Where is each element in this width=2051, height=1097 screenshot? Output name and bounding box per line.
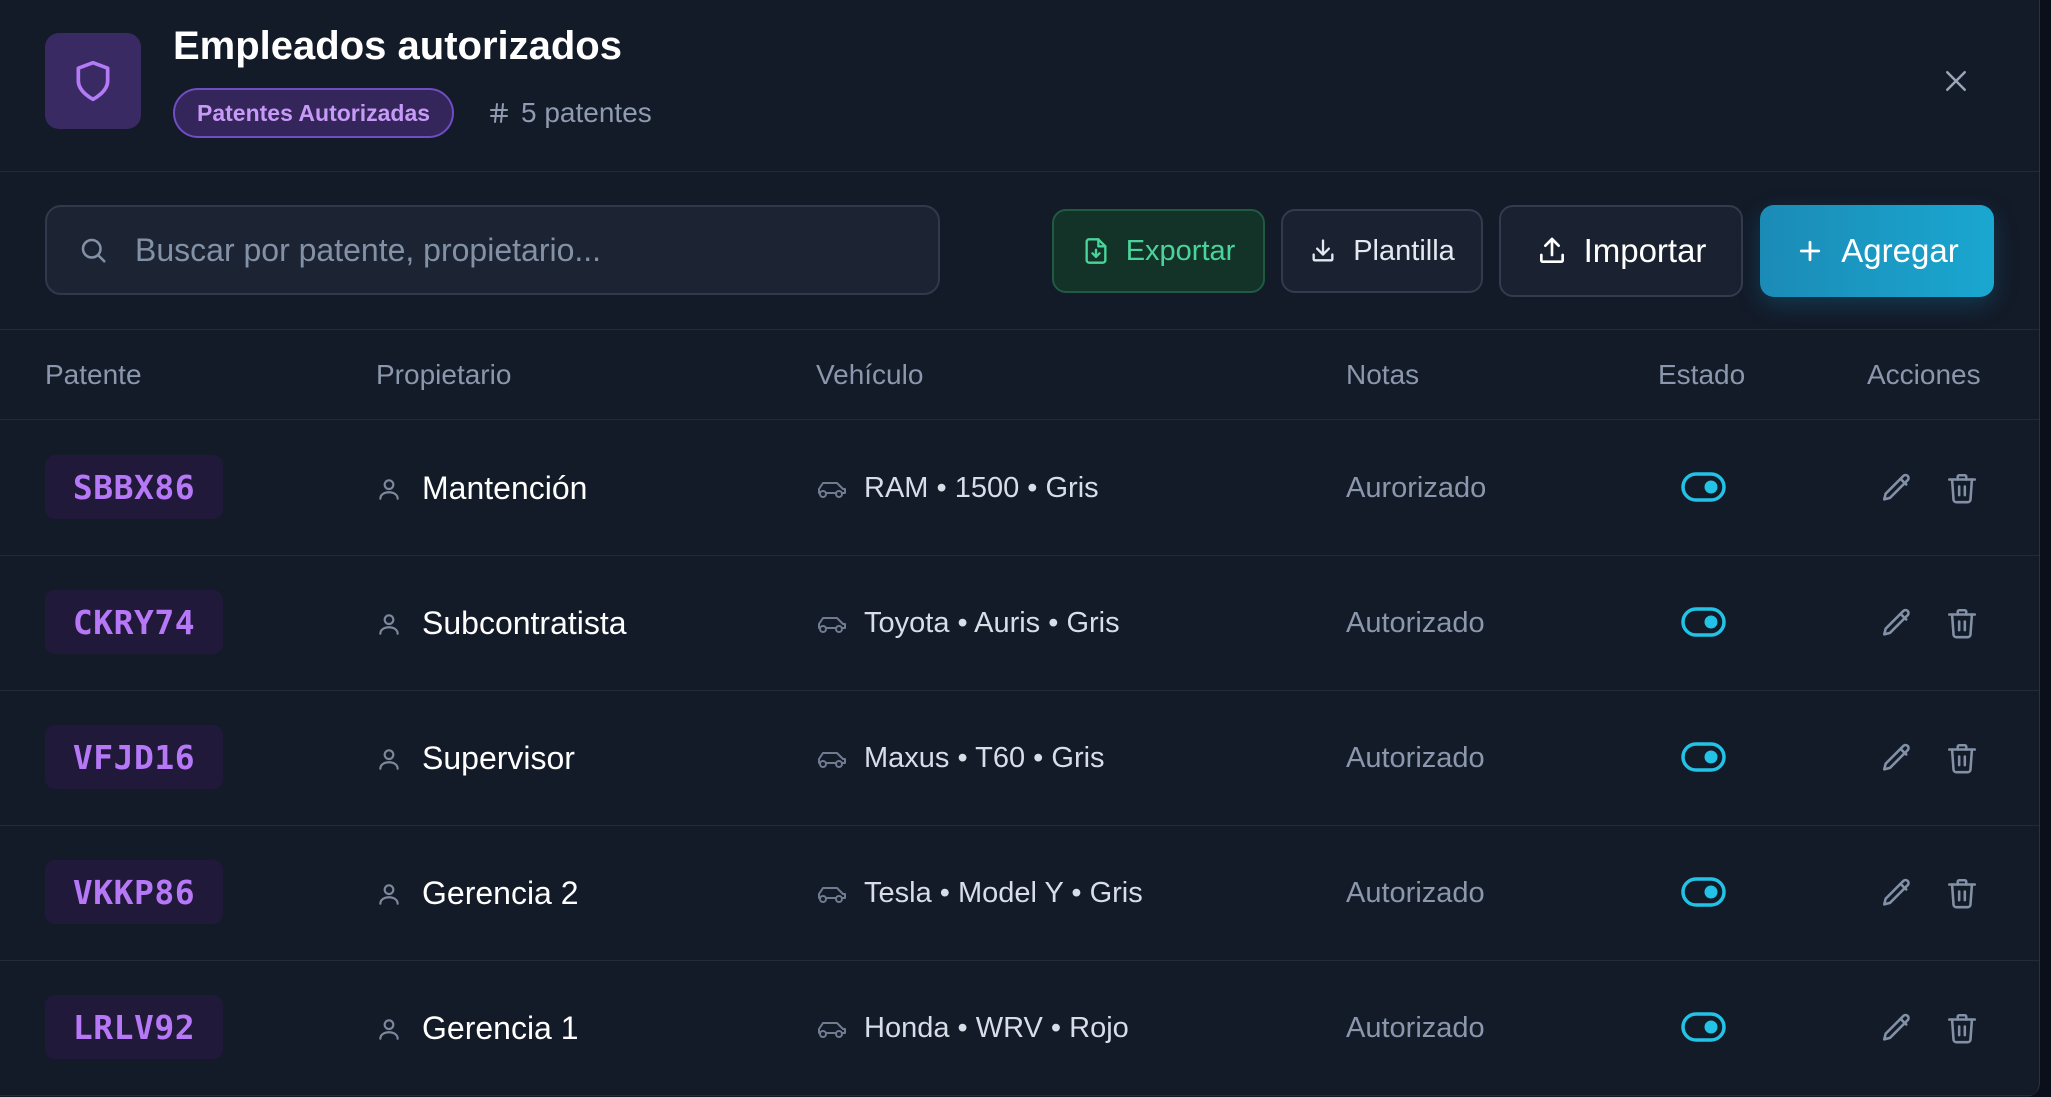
import-button[interactable]: Importar <box>1499 205 1743 297</box>
plate-badge: LRLV92 <box>45 995 223 1059</box>
plate-count-label: 5 patentes <box>521 97 652 128</box>
status-toggle[interactable] <box>1681 877 1726 907</box>
toolbar: Exportar Plantilla Importar Agregar <box>0 172 2039 330</box>
search-input[interactable] <box>133 230 938 270</box>
vehicle-cell: Tesla • Model Y • Gris <box>816 826 1143 961</box>
edit-pencil-icon[interactable] <box>1880 606 1914 640</box>
delete-trash-icon[interactable] <box>1945 741 1979 775</box>
user-icon <box>379 478 399 500</box>
plate-badge: CKRY74 <box>45 590 223 654</box>
header-icon-box <box>45 33 141 129</box>
column-header-vehicle[interactable]: Vehículo <box>816 330 923 420</box>
edit-pencil-icon[interactable] <box>1880 1011 1914 1045</box>
column-header-notes[interactable]: Notas <box>1346 330 1419 420</box>
column-header-status[interactable]: Estado <box>1658 330 1745 420</box>
search-icon <box>77 234 109 266</box>
edit-pencil-icon[interactable] <box>1880 876 1914 910</box>
close-button[interactable] <box>1935 60 1977 102</box>
plate-badge: VKKP86 <box>45 860 223 924</box>
template-button[interactable]: Plantilla <box>1281 209 1483 293</box>
user-icon <box>379 883 399 905</box>
owner-cell: Supervisor <box>376 691 575 826</box>
vehicle-description: Toyota • Auris • Gris <box>864 607 1120 639</box>
owner-name: Subcontratista <box>422 605 627 641</box>
car-icon <box>818 481 846 498</box>
notes-cell: Autorizado <box>1346 742 1485 774</box>
car-icon <box>818 1021 846 1038</box>
download-icon <box>1312 239 1334 262</box>
edit-pencil-icon[interactable] <box>1880 471 1914 505</box>
shield-icon <box>76 60 110 102</box>
edit-pencil-icon[interactable] <box>1880 741 1914 775</box>
column-header-plate[interactable]: Patente <box>45 330 142 420</box>
delete-trash-icon[interactable] <box>1945 471 1979 505</box>
owner-name: Gerencia 1 <box>422 1010 579 1046</box>
car-icon <box>818 886 846 903</box>
car-icon <box>818 616 846 633</box>
vehicle-description: RAM • 1500 • Gris <box>864 472 1099 504</box>
column-header-owner[interactable]: Propietario <box>376 330 511 420</box>
status-toggle[interactable] <box>1681 607 1726 637</box>
table-row: LRLV92 Gerencia 1 Honda • WRV • Rojo Aut… <box>0 961 2039 1096</box>
notes-cell: Autorizado <box>1346 1012 1485 1044</box>
plate-count: 5 patentes <box>487 94 652 132</box>
owner-cell: Subcontratista <box>376 556 627 691</box>
column-header-actions: Acciones <box>1867 359 1981 390</box>
notes-cell: Autorizado <box>1346 877 1485 909</box>
user-icon <box>379 748 399 770</box>
table-row: VFJD16 Supervisor Maxus • T60 • Gris Aut… <box>0 691 2039 826</box>
owner-name: Supervisor <box>422 740 575 776</box>
vehicle-cell: Honda • WRV • Rojo <box>816 961 1129 1096</box>
delete-trash-icon[interactable] <box>1945 606 1979 640</box>
category-badge: Patentes Autorizadas <box>173 88 455 138</box>
add-button[interactable]: Agregar <box>1760 205 1994 297</box>
export-label: Exportar <box>1125 234 1236 267</box>
delete-trash-icon[interactable] <box>1945 876 1979 910</box>
delete-trash-icon[interactable] <box>1945 1011 1979 1045</box>
user-icon <box>379 613 399 635</box>
vehicle-cell: Toyota • Auris • Gris <box>816 556 1120 691</box>
table-header: Patente Propietario Vehículo Notas Estad… <box>0 330 2039 420</box>
owner-cell: Mantención <box>376 421 587 556</box>
authorized-employees-modal: Empleados autorizados Patentes Autorizad… <box>0 0 2040 1097</box>
status-toggle[interactable] <box>1681 742 1726 772</box>
plate-badge: VFJD16 <box>45 725 223 789</box>
owner-cell: Gerencia 1 <box>376 961 579 1096</box>
owner-cell: Gerencia 2 <box>376 826 579 961</box>
vehicle-cell: Maxus • T60 • Gris <box>816 691 1105 826</box>
table-row: VKKP86 Gerencia 2 Tesla • Model Y • Gris… <box>0 826 2039 961</box>
template-label: Plantilla <box>1353 234 1455 267</box>
hash-icon <box>490 103 508 123</box>
user-icon <box>379 1018 399 1040</box>
close-icon <box>1946 71 1966 91</box>
vehicle-description: Honda • WRV • Rojo <box>864 1012 1129 1044</box>
table-row: CKRY74 Subcontratista Toyota • Auris • G… <box>0 556 2039 691</box>
upload-icon <box>1539 237 1564 263</box>
table-row: SBBX86 Mantención RAM • 1500 • Gris Auro… <box>0 421 2039 556</box>
file-download-icon <box>1085 238 1107 264</box>
vehicle-cell: RAM • 1500 • Gris <box>816 421 1099 556</box>
add-label: Agregar <box>1841 232 1959 269</box>
owner-name: Gerencia 2 <box>422 875 579 911</box>
status-toggle[interactable] <box>1681 472 1726 502</box>
status-toggle[interactable] <box>1681 1012 1726 1042</box>
plate-badge: SBBX86 <box>45 455 223 519</box>
notes-cell: Autorizado <box>1346 607 1485 639</box>
vehicle-description: Tesla • Model Y • Gris <box>864 877 1143 909</box>
car-icon <box>818 751 846 768</box>
page-title: Empleados autorizados <box>173 24 622 68</box>
plus-icon <box>1800 240 1821 262</box>
export-button[interactable]: Exportar <box>1052 209 1265 293</box>
import-label: Importar <box>1583 232 1707 269</box>
vehicle-description: Maxus • T60 • Gris <box>864 742 1105 774</box>
owner-name: Mantención <box>422 470 588 506</box>
search-box <box>45 205 940 295</box>
modal-header: Empleados autorizados Patentes Autorizad… <box>0 0 2039 172</box>
notes-cell: Aurorizado <box>1346 472 1487 504</box>
